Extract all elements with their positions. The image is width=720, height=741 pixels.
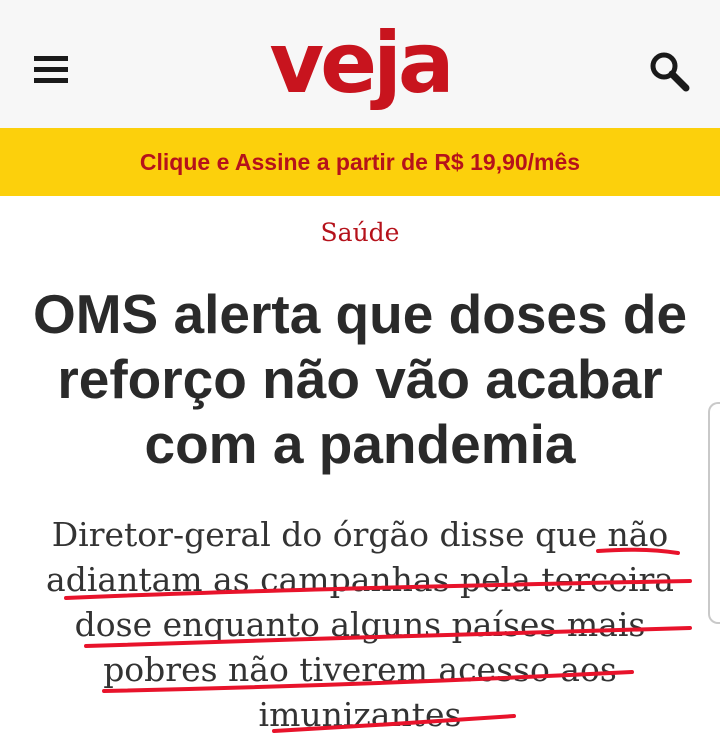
scroll-handle[interactable] [708, 402, 720, 624]
site-header: veja [0, 0, 720, 128]
article-headline: OMS alerta que doses de reforço não vão … [32, 283, 688, 475]
search-icon [650, 52, 690, 92]
search-button[interactable] [648, 50, 690, 92]
veja-logo[interactable]: veja [230, 8, 490, 128]
hamburger-menu-icon [34, 56, 68, 61]
menu-button[interactable] [34, 56, 68, 84]
article-subtitle: Diretor-geral do órgão disse que não adi… [46, 515, 674, 734]
subscribe-banner[interactable]: Clique e Assine a partir de R$ 19,90/mês [0, 128, 720, 196]
article-category[interactable]: Saúde [0, 218, 720, 247]
